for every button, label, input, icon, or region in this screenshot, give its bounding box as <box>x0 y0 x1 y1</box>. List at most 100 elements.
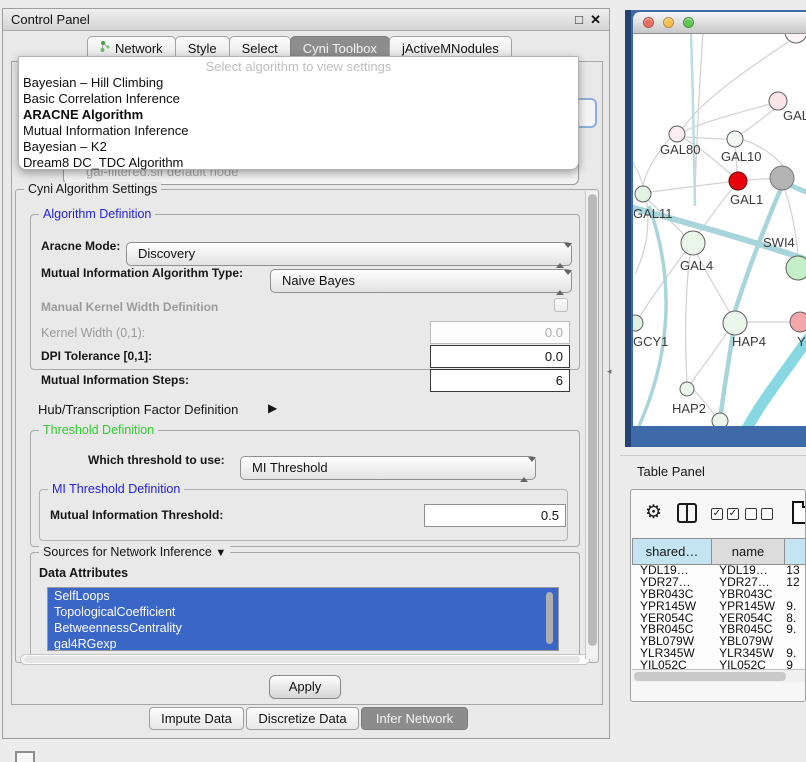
network-node-gal4[interactable] <box>681 231 705 255</box>
table-row[interactable]: YER054CYER054C8. <box>632 613 806 625</box>
table-cell: YDR27… <box>711 577 784 589</box>
network-node-y[interactable] <box>790 312 806 332</box>
dropdown-item-mutual-information-inference[interactable]: Mutual Information Inference <box>19 123 578 139</box>
dropdown-item-aracne-algorithm[interactable]: ARACNE Algorithm <box>19 107 578 123</box>
scrollbar-thumb[interactable] <box>588 194 597 646</box>
collapse-arrow-icon[interactable]: ▼ <box>215 547 226 559</box>
network-node-swi4[interactable] <box>786 256 806 280</box>
node-label: GAL80 <box>660 142 700 157</box>
algorithm-dropdown[interactable]: Select algorithm to view settings Bayesi… <box>18 56 579 170</box>
table-cell: YLR345W <box>632 648 711 660</box>
table-cell <box>784 636 806 648</box>
stepper-up-arrow <box>556 248 564 268</box>
attribute-item[interactable]: BetweennessCentrality <box>48 620 558 636</box>
network-node-gal80[interactable] <box>669 126 685 142</box>
select-all-columns-icon[interactable]: ✓ ✓ <box>711 508 739 520</box>
stepper-down-arrow <box>564 243 572 263</box>
network-node-gal11[interactable] <box>635 186 651 202</box>
scrollbar-thumb[interactable] <box>634 672 786 681</box>
table-row[interactable]: YBL079WYBL079W <box>632 636 806 648</box>
manual-kernel-checkbox[interactable] <box>554 298 568 312</box>
float-panel-icon[interactable]: □ <box>575 12 583 27</box>
network-node-unlabeled[interactable] <box>785 34 806 43</box>
stepper-icon <box>556 275 566 287</box>
minimize-button[interactable] <box>663 17 674 28</box>
mi-steps-field[interactable] <box>430 369 570 392</box>
kernel-width-field[interactable] <box>430 321 570 344</box>
network-node-unlabeled[interactable] <box>712 413 728 426</box>
mi-threshold-field[interactable] <box>424 504 566 527</box>
table-row[interactable]: YDL19…YDL19…13 <box>632 565 806 577</box>
sources-group: Sources for Network Inference ▼ Data Att… <box>30 552 580 656</box>
close-panel-icon[interactable]: ✕ <box>590 12 601 28</box>
table-row[interactable]: YIL052CYIL052C9 <box>632 660 806 669</box>
table-horizontal-scrollbar[interactable] <box>632 669 806 682</box>
table-row[interactable]: YPR145WYPR145W9. <box>632 601 806 613</box>
settings-vertical-scrollbar[interactable] <box>585 191 598 659</box>
mi-steps-label: Mutual Information Steps: <box>41 373 189 387</box>
zoom-button[interactable] <box>683 17 694 28</box>
network-node-gal1[interactable] <box>729 172 747 190</box>
horizontal-scrollbar[interactable] <box>20 654 590 665</box>
stepper-down-arrow <box>528 457 536 477</box>
node-label: GAL10 <box>721 149 761 164</box>
network-node-gal10[interactable] <box>727 131 743 147</box>
column-header-shared[interactable]: shared… <box>632 538 712 565</box>
node-label: GAL4 <box>680 258 713 273</box>
table-row[interactable]: YDR27…YDR27…12 <box>632 577 806 589</box>
network-node-hap4[interactable] <box>723 311 747 335</box>
table-cell: YER054C <box>632 613 711 625</box>
dropdown-item-dream8-dc-tdc-algorithm[interactable]: Dream8 DC_TDC Algorithm <box>19 155 578 171</box>
dropdown-item-bayesian-hill-climbing[interactable]: Bayesian – Hill Climbing <box>19 75 578 91</box>
column-header-name[interactable]: name <box>711 538 785 565</box>
close-button[interactable] <box>643 17 654 28</box>
bottom-tab-impute-data[interactable]: Impute Data <box>149 707 244 730</box>
gear-icon[interactable]: ⚙ <box>645 503 662 523</box>
checkbox-unchecked-icon <box>761 508 773 520</box>
mi-type-combo[interactable]: Naive Bayes <box>270 269 572 293</box>
node-label: Y <box>797 334 806 349</box>
attribute-item[interactable]: gal4RGexp <box>48 636 558 651</box>
table-cell: 12 <box>784 577 806 589</box>
network-graph: GALGAL80GAL10GAL1GAL11GAL4SWI4GCY1HAP4YH… <box>633 34 806 426</box>
minimized-panel-icon[interactable] <box>15 751 35 762</box>
network-edge <box>695 34 703 194</box>
file-icon[interactable] <box>792 501 806 524</box>
panel-splitter-handle[interactable]: ◂ <box>607 366 612 377</box>
stepper-up-arrow <box>556 275 564 295</box>
stepper-up-arrow <box>520 462 528 482</box>
application-root: Control Panel □ ✕ NetworkStyleSelectCyni… <box>0 0 806 762</box>
bottom-tab-infer-network[interactable]: Infer Network <box>361 707 468 730</box>
expand-arrow-icon[interactable]: ▶ <box>268 401 277 415</box>
dropdown-item-basic-correlation-inference[interactable]: Basic Correlation Inference <box>19 91 578 107</box>
scrollbar-thumb[interactable] <box>546 592 553 644</box>
network-node-gcy1[interactable] <box>633 315 643 331</box>
attribute-item[interactable]: SelfLoops <box>48 588 558 604</box>
dropdown-item-bayesian-k2[interactable]: Bayesian – K2 <box>19 139 578 155</box>
table-cell: YLR345W <box>711 648 784 660</box>
algorithm-dropdown-prompt: Select algorithm to view settings <box>19 59 578 75</box>
bottom-tab-discretize-data[interactable]: Discretize Data <box>246 707 359 730</box>
table-cell: 9. <box>784 601 806 613</box>
mi-type-label: Mutual Information Algorithm Type: <box>41 266 243 280</box>
network-canvas[interactable]: GALGAL80GAL10GAL1GAL11GAL4SWI4GCY1HAP4YH… <box>633 34 806 426</box>
column-header-cut[interactable] <box>784 538 806 565</box>
network-window-titlebar[interactable] <box>633 12 806 34</box>
dpi-tolerance-field[interactable] <box>430 345 570 368</box>
table-row[interactable]: YBR045CYBR045C9. <box>632 624 806 636</box>
scrollbar-thumb[interactable] <box>24 656 580 663</box>
network-edge <box>741 109 774 134</box>
node-label: HAP4 <box>732 334 766 349</box>
deselect-all-columns-icon[interactable] <box>745 508 773 520</box>
network-window-frame: GALGAL80GAL10GAL1GAL11GAL4SWI4GCY1HAP4YH… <box>625 10 806 447</box>
table-row[interactable]: YLR345WYLR345W9. <box>632 648 806 660</box>
apply-button[interactable]: Apply <box>269 675 341 699</box>
attribute-item[interactable]: TopologicalCoefficient <box>48 604 558 620</box>
table-row[interactable]: YBR043CYBR043C <box>632 589 806 601</box>
which-threshold-combo[interactable]: MI Threshold <box>240 456 536 480</box>
aracne-mode-combo[interactable]: Discovery <box>126 242 572 266</box>
split-panel-icon[interactable] <box>677 503 697 523</box>
network-node-unlabeled[interactable] <box>770 166 794 190</box>
network-node-hap2[interactable] <box>680 382 694 396</box>
network-edge <box>651 182 729 192</box>
